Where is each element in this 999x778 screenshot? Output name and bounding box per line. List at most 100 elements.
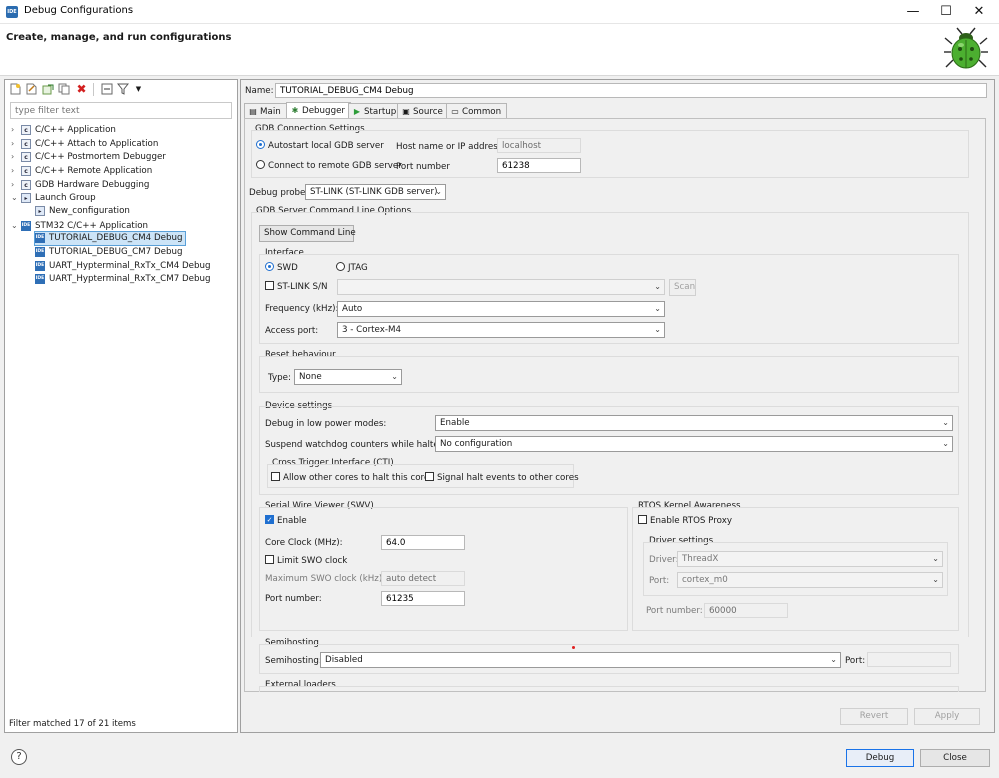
tree-item-launch-group[interactable]: ⌄ ▸ Launch Group xyxy=(11,191,96,204)
new-config-icon[interactable] xyxy=(9,83,22,96)
tree-item-cpp-attach[interactable]: › c C/C++ Attach to Application xyxy=(11,137,158,150)
new-prototype-icon[interactable] xyxy=(25,83,38,96)
expand-chevron-icon[interactable]: › xyxy=(11,178,21,191)
tree-item-stm32-application[interactable]: ⌄ IDE STM32 C/C++ Application xyxy=(11,219,148,232)
filter-icon[interactable] xyxy=(116,83,129,96)
launch-group-icon: ▸ xyxy=(21,192,31,203)
rtos-proxy-checkbox[interactable]: Enable RTOS Proxy xyxy=(638,515,732,526)
tab-label: Source xyxy=(413,107,443,117)
limit-swo-label: Limit SWO clock xyxy=(277,556,348,566)
reset-type-label: Type: xyxy=(268,373,291,383)
rtos-port-number-input[interactable] xyxy=(704,603,788,618)
cti-signal-checkbox[interactable]: Signal halt events to other cores xyxy=(425,472,579,483)
access-port-label: Access port: xyxy=(265,326,319,336)
duplicate-config-icon[interactable] xyxy=(57,83,70,96)
expand-chevron-icon[interactable]: › xyxy=(11,164,21,177)
port-input[interactable] xyxy=(497,158,581,173)
frequency-select[interactable]: Auto ⌄ xyxy=(337,301,665,317)
core-clock-input[interactable] xyxy=(381,535,465,550)
tree-item-label: GDB Hardware Debugging xyxy=(35,180,150,190)
tree-item-label: C/C++ Remote Application xyxy=(35,166,153,176)
close-window-button[interactable]: ✕ xyxy=(962,0,996,24)
common-icon: ▭ xyxy=(451,107,459,116)
tab-label: Common xyxy=(462,107,502,117)
cti-allow-checkbox[interactable]: Allow other cores to halt this core xyxy=(271,472,429,483)
autostart-label: Autostart local GDB server xyxy=(268,141,384,151)
dialog-header: Create, manage, and run configurations xyxy=(0,24,999,76)
debug-button[interactable]: Debug xyxy=(846,749,914,767)
help-icon[interactable]: ? xyxy=(11,749,27,765)
tree-item-label: UART_Hypterminal_RxTx_CM7 Debug xyxy=(49,274,211,284)
expand-chevron-icon[interactable]: › xyxy=(11,150,21,163)
stlink-sn-label: ST-LINK S/N xyxy=(277,282,328,292)
chevron-down-icon: ⌄ xyxy=(932,575,939,584)
debug-probe-select[interactable]: ST-LINK (ST-LINK GDB server) ⌄ xyxy=(305,184,446,200)
tree-item-uart-cm4[interactable]: IDE UART_Hypterminal_RxTx_CM4 Debug xyxy=(35,260,211,273)
jtag-radio[interactable]: JTAG xyxy=(336,262,368,273)
rtos-proxy-label: Enable RTOS Proxy xyxy=(650,516,732,526)
driver-select[interactable]: ThreadX ⌄ xyxy=(677,551,943,567)
dialog-heading: Create, manage, and run configurations xyxy=(6,32,232,43)
minimize-button[interactable]: — xyxy=(896,0,930,24)
cti-signal-label: Signal halt events to other cores xyxy=(437,473,579,483)
tree-item-cpp-postmortem[interactable]: › c C/C++ Postmortem Debugger xyxy=(11,150,166,163)
collapse-chevron-icon[interactable]: ⌄ xyxy=(11,219,21,232)
tree-item-cpp-application[interactable]: › c C/C++ Application xyxy=(11,123,116,136)
host-input[interactable] xyxy=(497,138,581,153)
swv-port-input[interactable] xyxy=(381,591,465,606)
delete-config-icon[interactable]: ✖ xyxy=(75,83,88,96)
expand-chevron-icon[interactable]: › xyxy=(11,123,21,136)
access-port-select[interactable]: 3 - Cortex-M4 ⌄ xyxy=(337,322,665,338)
swv-enable-checkbox[interactable]: ✓ Enable xyxy=(265,515,307,526)
name-label: Name: xyxy=(245,86,274,96)
autostart-radio[interactable]: Autostart local GDB server xyxy=(256,140,384,151)
remote-gdb-radio[interactable]: Connect to remote GDB server xyxy=(256,160,402,171)
vertical-scrollbar[interactable] xyxy=(971,120,983,690)
tab-debugger[interactable]: ✱ Debugger xyxy=(286,102,352,119)
filter-input[interactable] xyxy=(10,102,232,119)
chevron-down-icon: ⌄ xyxy=(435,187,442,196)
maximize-button[interactable]: ☐ xyxy=(929,0,963,24)
source-icon: ▣ xyxy=(402,107,410,116)
tree-item-new-configuration[interactable]: ▸ New_configuration xyxy=(35,205,130,218)
revert-button[interactable]: Revert xyxy=(840,708,908,725)
tree-item-gdb-hardware[interactable]: › c GDB Hardware Debugging xyxy=(11,178,149,191)
limit-swo-checkbox[interactable]: Limit SWO clock xyxy=(265,555,348,566)
tree-item-tutorial-cm7[interactable]: IDE TUTORIAL_DEBUG_CM7 Debug xyxy=(35,246,183,259)
semihosting-port-input[interactable] xyxy=(867,652,951,667)
collapse-all-icon[interactable] xyxy=(100,83,113,96)
reset-type-select[interactable]: None ⌄ xyxy=(294,369,402,385)
radio-icon xyxy=(256,160,265,169)
stlink-sn-select[interactable]: ⌄ xyxy=(337,279,665,295)
ide-icon: IDE xyxy=(35,273,45,284)
semihosting-select[interactable]: Disabled ⌄ xyxy=(320,652,841,668)
tree-item-cpp-remote[interactable]: › c C/C++ Remote Application xyxy=(11,164,152,177)
export-config-icon[interactable] xyxy=(41,83,54,96)
tab-common[interactable]: ▭ Common xyxy=(446,103,508,119)
tree-item-tutorial-cm4[interactable]: IDE TUTORIAL_DEBUG_CM4 Debug xyxy=(34,231,186,246)
launch-config-icon: ▸ xyxy=(35,205,45,216)
checkbox-icon xyxy=(265,555,274,564)
tab-startup[interactable]: ▶ Startup xyxy=(348,103,403,119)
view-menu-chevron-down-icon[interactable]: ▼ xyxy=(132,83,145,96)
tab-main[interactable]: ▤ Main xyxy=(244,103,287,119)
close-button[interactable]: Close xyxy=(920,749,990,767)
radio-selected-icon xyxy=(256,140,265,149)
core-clock-label: Core Clock (MHz): xyxy=(265,538,343,548)
tree-item-uart-cm7[interactable]: IDE UART_Hypterminal_RxTx_CM7 Debug xyxy=(35,273,211,286)
rtos-port-select[interactable]: cortex_m0 ⌄ xyxy=(677,572,943,588)
driver-value: ThreadX xyxy=(682,554,719,564)
low-power-select[interactable]: Enable ⌄ xyxy=(435,415,953,431)
debug-probe-value: ST-LINK (ST-LINK GDB server) xyxy=(310,187,438,197)
apply-button[interactable]: Apply xyxy=(914,708,980,725)
swd-radio[interactable]: SWD xyxy=(265,262,298,273)
stlink-sn-checkbox[interactable]: ST-LINK S/N xyxy=(265,281,328,292)
expand-chevron-icon[interactable]: › xyxy=(11,137,21,150)
tab-source[interactable]: ▣ Source xyxy=(397,103,449,119)
max-swo-input[interactable] xyxy=(381,571,465,586)
watchdog-select[interactable]: No configuration ⌄ xyxy=(435,436,953,452)
show-command-line-button[interactable]: Show Command Line xyxy=(259,225,356,242)
collapse-chevron-icon[interactable]: ⌄ xyxy=(11,191,21,204)
config-name-input[interactable] xyxy=(275,83,987,98)
scan-button[interactable]: Scan xyxy=(669,279,696,296)
